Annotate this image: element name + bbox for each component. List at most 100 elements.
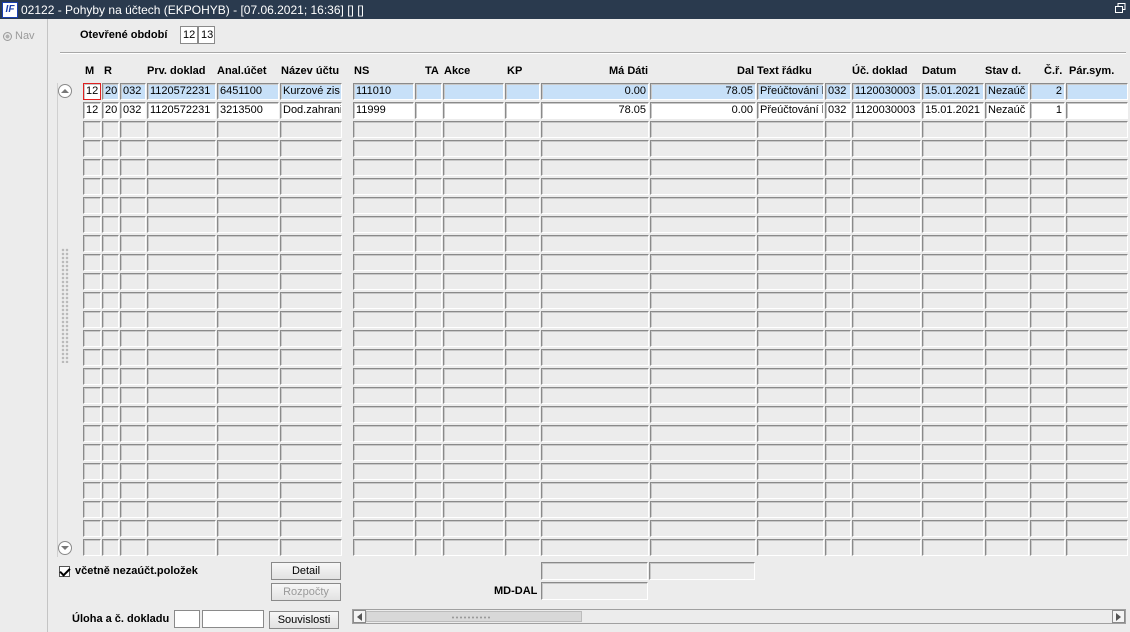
grid-cell-u[interactable]: 032 <box>825 102 851 119</box>
empty-grid-cell[interactable] <box>505 406 540 423</box>
empty-grid-cell[interactable] <box>415 463 442 480</box>
empty-grid-cell[interactable] <box>922 406 984 423</box>
empty-grid-cell[interactable] <box>825 216 851 233</box>
empty-grid-cell[interactable] <box>541 425 649 442</box>
empty-grid-cell[interactable] <box>757 311 824 328</box>
scroll-right-icon[interactable] <box>1112 610 1125 623</box>
empty-grid-cell[interactable] <box>415 121 442 138</box>
empty-grid-cell[interactable] <box>852 520 921 537</box>
empty-grid-cell[interactable] <box>147 330 216 347</box>
empty-grid-cell[interactable] <box>922 121 984 138</box>
empty-grid-cell[interactable] <box>443 121 504 138</box>
empty-grid-cell[interactable] <box>505 235 540 252</box>
empty-grid-cell[interactable] <box>443 311 504 328</box>
empty-grid-cell[interactable] <box>505 311 540 328</box>
empty-grid-cell[interactable] <box>102 216 119 233</box>
grid-cell-ta[interactable] <box>415 83 442 100</box>
grid-cell-par[interactable] <box>1066 83 1128 100</box>
empty-grid-cell[interactable] <box>1066 463 1128 480</box>
empty-grid-cell[interactable] <box>217 463 279 480</box>
empty-grid-cell[interactable] <box>280 121 342 138</box>
empty-grid-cell[interactable] <box>120 444 146 461</box>
empty-grid-cell[interactable] <box>650 235 756 252</box>
souvislosti-button[interactable]: Souvislosti <box>269 611 339 629</box>
empty-grid-cell[interactable] <box>280 311 342 328</box>
empty-grid-cell[interactable] <box>102 387 119 404</box>
empty-grid-cell[interactable] <box>415 197 442 214</box>
grid-cell-par[interactable] <box>1066 102 1128 119</box>
empty-grid-cell[interactable] <box>922 501 984 518</box>
empty-grid-cell[interactable] <box>280 520 342 537</box>
empty-grid-cell[interactable] <box>541 501 649 518</box>
empty-grid-cell[interactable] <box>757 444 824 461</box>
empty-grid-cell[interactable] <box>922 216 984 233</box>
empty-grid-cell[interactable] <box>443 216 504 233</box>
empty-grid-cell[interactable] <box>505 216 540 233</box>
empty-grid-cell[interactable] <box>852 406 921 423</box>
empty-grid-cell[interactable] <box>852 539 921 556</box>
empty-grid-cell[interactable] <box>1066 235 1128 252</box>
empty-grid-cell[interactable] <box>353 482 414 499</box>
empty-grid-cell[interactable] <box>650 311 756 328</box>
empty-grid-cell[interactable] <box>120 520 146 537</box>
empty-grid-cell[interactable] <box>852 159 921 176</box>
empty-grid-cell[interactable] <box>757 197 824 214</box>
empty-grid-cell[interactable] <box>120 159 146 176</box>
empty-grid-cell[interactable] <box>985 406 1029 423</box>
empty-grid-cell[interactable] <box>102 482 119 499</box>
empty-grid-cell[interactable] <box>120 463 146 480</box>
empty-grid-cell[interactable] <box>280 216 342 233</box>
empty-grid-cell[interactable] <box>1030 159 1065 176</box>
empty-grid-cell[interactable] <box>443 406 504 423</box>
empty-grid-cell[interactable] <box>353 178 414 195</box>
empty-grid-cell[interactable] <box>1030 178 1065 195</box>
nav-toggle[interactable]: Nav <box>3 30 35 42</box>
empty-grid-cell[interactable] <box>825 330 851 347</box>
empty-grid-cell[interactable] <box>280 197 342 214</box>
empty-grid-cell[interactable] <box>852 482 921 499</box>
empty-grid-cell[interactable] <box>825 520 851 537</box>
empty-grid-cell[interactable] <box>1030 520 1065 537</box>
empty-grid-cell[interactable] <box>541 387 649 404</box>
empty-grid-cell[interactable] <box>280 482 342 499</box>
empty-grid-cell[interactable] <box>922 140 984 157</box>
empty-grid-cell[interactable] <box>1066 406 1128 423</box>
empty-grid-cell[interactable] <box>757 463 824 480</box>
empty-grid-cell[interactable] <box>757 273 824 290</box>
empty-grid-cell[interactable] <box>280 273 342 290</box>
empty-grid-cell[interactable] <box>1066 121 1128 138</box>
empty-grid-cell[interactable] <box>83 539 101 556</box>
empty-grid-cell[interactable] <box>541 520 649 537</box>
empty-grid-cell[interactable] <box>985 178 1029 195</box>
empty-grid-cell[interactable] <box>120 330 146 347</box>
empty-grid-cell[interactable] <box>852 444 921 461</box>
empty-grid-cell[interactable] <box>1066 273 1128 290</box>
grid-cell-r[interactable]: 20 <box>102 102 119 119</box>
empty-grid-cell[interactable] <box>147 178 216 195</box>
empty-grid-cell[interactable] <box>852 216 921 233</box>
empty-grid-cell[interactable] <box>443 140 504 157</box>
empty-grid-cell[interactable] <box>147 121 216 138</box>
empty-grid-cell[interactable] <box>147 292 216 309</box>
empty-grid-cell[interactable] <box>1066 216 1128 233</box>
empty-grid-cell[interactable] <box>541 121 649 138</box>
empty-grid-cell[interactable] <box>985 311 1029 328</box>
empty-grid-cell[interactable] <box>1030 197 1065 214</box>
empty-grid-cell[interactable] <box>353 216 414 233</box>
empty-grid-cell[interactable] <box>985 254 1029 271</box>
empty-grid-cell[interactable] <box>541 216 649 233</box>
empty-grid-cell[interactable] <box>102 368 119 385</box>
empty-grid-cell[interactable] <box>985 292 1029 309</box>
empty-grid-cell[interactable] <box>280 330 342 347</box>
empty-grid-cell[interactable] <box>102 425 119 442</box>
empty-grid-cell[interactable] <box>415 368 442 385</box>
empty-grid-cell[interactable] <box>147 520 216 537</box>
empty-grid-cell[interactable] <box>922 197 984 214</box>
empty-grid-cell[interactable] <box>757 349 824 366</box>
empty-grid-cell[interactable] <box>757 235 824 252</box>
empty-grid-cell[interactable] <box>120 197 146 214</box>
empty-grid-cell[interactable] <box>650 425 756 442</box>
empty-grid-cell[interactable] <box>147 197 216 214</box>
empty-grid-cell[interactable] <box>147 235 216 252</box>
empty-grid-cell[interactable] <box>443 254 504 271</box>
